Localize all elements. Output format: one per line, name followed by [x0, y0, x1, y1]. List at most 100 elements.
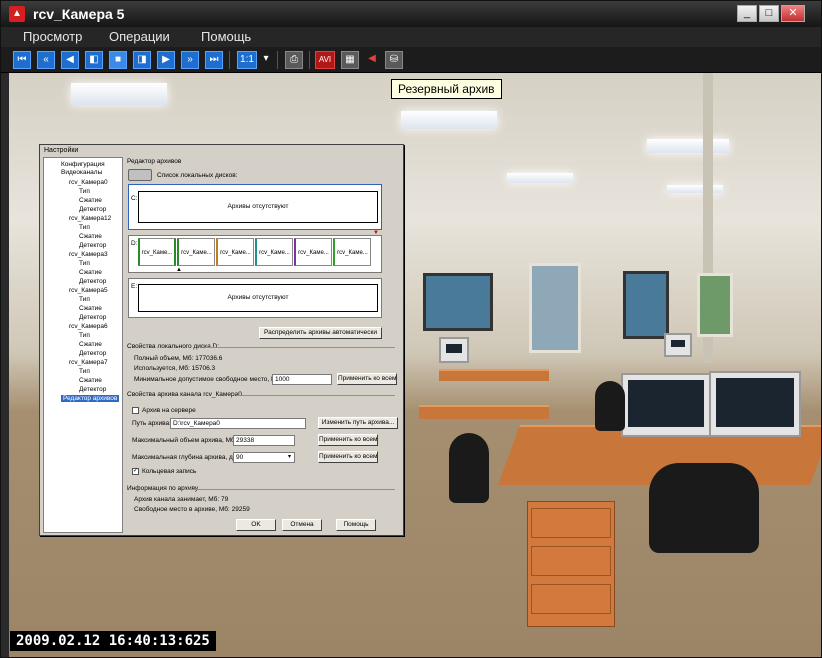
menu-operations[interactable]: Операции [109, 29, 170, 44]
apply-all-button[interactable]: Применить ко всем [318, 451, 378, 463]
stop-icon[interactable]: ■ [109, 51, 127, 69]
min-free-input[interactable]: 1000 [272, 374, 332, 385]
tooltip: Резервный архив [391, 79, 502, 99]
disk-d-panel[interactable]: D: rcv_Каме... rcv_Каме... rcv_Каме... r… [128, 230, 382, 273]
tree-item-type[interactable]: Тип [79, 296, 90, 303]
step-forward-icon[interactable]: ◨ [133, 51, 151, 69]
disk-c-archives: Архивы отсутствуют [138, 191, 378, 223]
apply-all-button[interactable]: Применить ко всем [318, 434, 378, 446]
tree-item-type[interactable]: Тип [79, 368, 90, 375]
max-volume-input[interactable]: 29338 [233, 435, 295, 446]
avi-export-button[interactable]: AVI [315, 51, 335, 69]
ring-record-checkbox[interactable]: ✓ [132, 468, 139, 475]
tree-item-detector[interactable]: Детектор [79, 386, 106, 393]
tree-item-channels[interactable]: Видеоканалы [61, 169, 102, 176]
tree-item-camera[interactable]: rcv_Камера0 [69, 179, 108, 186]
go-start-icon[interactable]: ⏮ [13, 51, 31, 69]
tree-item-detector[interactable]: Детектор [79, 206, 106, 213]
wall-picture [623, 271, 669, 339]
archive-segment[interactable]: rcv_Каме... [255, 238, 293, 266]
tree-item-compression[interactable]: Сжатие [79, 305, 102, 312]
tree-item-camera[interactable]: rcv_Камера7 [69, 359, 108, 366]
tree-item-detector[interactable]: Детектор [79, 242, 106, 249]
fast-rewind-icon[interactable]: « [37, 51, 55, 69]
tree-item-type[interactable]: Тип [79, 224, 90, 231]
tree-item-detector[interactable]: Детектор [79, 278, 106, 285]
tree-item-camera[interactable]: rcv_Камера3 [69, 251, 108, 258]
play-icon[interactable]: ▶ [157, 51, 175, 69]
tree-item-type[interactable]: Тип [79, 188, 90, 195]
monitor [621, 373, 711, 437]
settings-tree[interactable]: Конфигурация Видеоканалы rcv_Камера0 Тип… [43, 157, 123, 533]
close-button[interactable]: ✕ [781, 5, 805, 22]
disk-e-panel[interactable]: E: Архивы отсутствуют [128, 278, 382, 318]
monitor [439, 337, 469, 363]
tree-item-type[interactable]: Тип [79, 332, 90, 339]
wall-picture [423, 273, 493, 331]
backup-archive-icon[interactable]: ⛁ [385, 51, 403, 69]
max-depth-label: Максимальная глубина архива, дн: [132, 454, 239, 461]
cancel-button[interactable]: Отмена [282, 519, 322, 531]
archive-editor-panel: Редактор архивов Список локальных дисков… [125, 157, 401, 535]
archive-segment[interactable]: rcv_Каме... [177, 238, 215, 266]
tree-item-config[interactable]: Конфигурация [61, 161, 105, 168]
go-end-icon[interactable]: ⏭ [205, 51, 223, 69]
disk-d-letter: D: [131, 240, 138, 247]
settings-dialog: Настройки Конфигурация Видеоканалы rcv_К… [39, 144, 404, 536]
maximize-button[interactable]: □ [759, 5, 779, 22]
zoom-button[interactable]: 1:1 [237, 51, 257, 69]
office-chair [595, 381, 625, 431]
disk-e-archives: Архивы отсутствуют [138, 284, 378, 312]
disk-c-panel[interactable]: C: Архивы отсутствуют [128, 184, 382, 230]
minimize-button[interactable]: _ [737, 5, 757, 22]
channel-props-title: Свойства архива канала rcv_Камера0 [127, 391, 242, 398]
max-depth-select[interactable]: 90 [233, 452, 295, 463]
archive-segment[interactable]: rcv_Каме... [138, 238, 176, 266]
fast-forward-icon[interactable]: » [181, 51, 199, 69]
tree-item-compression[interactable]: Сжатие [79, 377, 102, 384]
play-back-icon[interactable]: ◀ [61, 51, 79, 69]
ok-button[interactable]: OK [236, 519, 276, 531]
tree-item-camera[interactable]: rcv_Камера12 [69, 215, 111, 222]
tree-item-compression[interactable]: Сжатие [79, 233, 102, 240]
editor-title: Редактор архивов [127, 158, 182, 165]
tree-item-camera[interactable]: rcv_Камера5 [69, 287, 108, 294]
toolbar-separator [229, 51, 231, 69]
disk-c-letter: C: [131, 195, 138, 202]
archive-segment[interactable]: rcv_Каме... [333, 238, 371, 266]
print-icon[interactable]: ⎙ [285, 51, 303, 69]
tree-item-compression[interactable]: Сжатие [79, 269, 102, 276]
archive-segment[interactable]: rcv_Каме... [294, 238, 332, 266]
tree-item-compression[interactable]: Сжатие [79, 197, 102, 204]
desk [439, 369, 549, 381]
disk-drive-icon [128, 169, 152, 181]
menu-help[interactable]: Помощь [201, 29, 251, 44]
apply-all-button[interactable]: Применить ко всем [337, 373, 397, 385]
min-free-label: Минимальное допустимое свободное место, … [134, 376, 282, 383]
tree-item-compression[interactable]: Сжатие [79, 341, 102, 348]
archive-on-server-checkbox[interactable] [132, 407, 139, 414]
tree-item-archive-editor[interactable]: Редактор архивов [61, 395, 120, 402]
tree-item-detector[interactable]: Детектор [79, 314, 106, 321]
tree-item-type[interactable]: Тип [79, 260, 90, 267]
chevron-down-icon[interactable]: ▾ [288, 453, 291, 460]
sound-icon[interactable]: ◀ [363, 51, 381, 69]
title-bar[interactable]: ▲ rcv_Камера 5 _ □ ✕ [1, 1, 821, 27]
step-back-icon[interactable]: ◧ [85, 51, 103, 69]
full-volume-text: Полный объем, Мб: 177036.6 [134, 355, 223, 362]
dialog-title[interactable]: Настройки [40, 145, 403, 156]
tree-item-camera[interactable]: rcv_Камера6 [69, 323, 108, 330]
help-button[interactable]: Помощь [336, 519, 376, 531]
layout-icon[interactable]: ▦ [341, 51, 359, 69]
window-title: rcv_Камера 5 [33, 6, 125, 22]
auto-distribute-button[interactable]: Распределить архивы автоматически [259, 327, 382, 339]
change-path-button[interactable]: Изменить путь архива... [318, 417, 398, 429]
tree-item-detector[interactable]: Детектор [79, 350, 106, 357]
doorway [529, 263, 581, 353]
path-input[interactable]: D:\rcv_Камера0 [170, 418, 306, 429]
menu-view[interactable]: Просмотр [23, 29, 82, 44]
zoom-dropdown-icon[interactable]: ▾ [261, 51, 271, 69]
disk-end-marker-icon: ▼ [373, 230, 379, 236]
disk-e-letter: E: [131, 283, 138, 290]
archive-segment[interactable]: rcv_Каме... [216, 238, 254, 266]
